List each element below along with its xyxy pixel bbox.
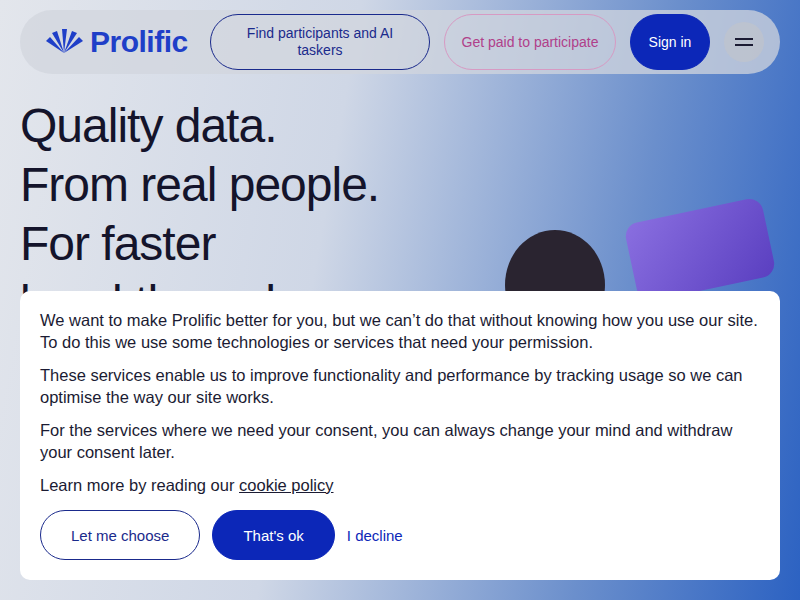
menu-button[interactable] <box>724 22 764 62</box>
hamburger-icon <box>735 37 753 47</box>
cookie-banner: We want to make Prolific better for you,… <box>20 291 780 580</box>
cookie-button[interactable]: That's ok <box>212 510 334 560</box>
banner-text: We want to make Prolific better for you,… <box>40 309 760 353</box>
cookie-policy-link[interactable]: cookie policy <box>239 476 333 494</box>
hero-photo <box>480 200 780 300</box>
banner-text: These services enable us to improve func… <box>40 364 760 408</box>
banner-text: For the services where we need your cons… <box>40 419 760 463</box>
cookie-button[interactable]: Let me choose <box>40 510 200 560</box>
nav-bar: Prolific Find participants and AI taskers… <box>20 10 780 74</box>
nav-button[interactable]: Find participants and AI taskers <box>210 14 430 70</box>
page: Prolific Find participants and AI taskers… <box>0 0 800 600</box>
cookie-button[interactable]: I decline <box>347 510 403 560</box>
nav-button[interactable]: Get paid to participate <box>444 14 616 70</box>
nav-button[interactable]: Sign in <box>630 14 710 70</box>
logo[interactable]: Prolific <box>44 25 188 59</box>
banner-text: Learn more by reading our cookie policy <box>40 474 760 496</box>
prolific-logo-icon <box>44 29 84 55</box>
